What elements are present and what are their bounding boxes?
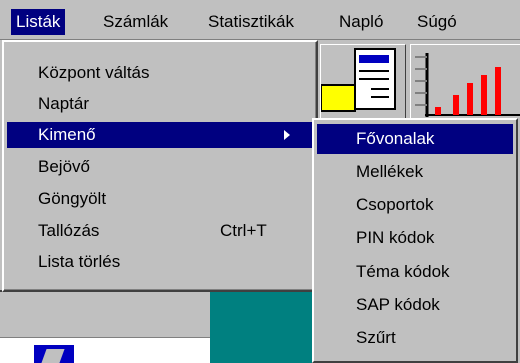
menu-statisztikak-label: Statisztikák <box>208 12 294 31</box>
window-icon <box>34 345 74 363</box>
menu-item-label: Naptár <box>38 94 90 113</box>
submenu-item-label: Csoportok <box>356 195 434 214</box>
menu-listak[interactable]: Listák <box>11 9 66 35</box>
menu-item-label: Kimenő <box>38 125 96 144</box>
listak-dropdown-menu: Központ váltás Naptár Kimenő Bejövő Göng… <box>2 40 318 292</box>
toolbar-chart-button[interactable] <box>410 44 520 120</box>
menu-naplo[interactable]: Napló <box>334 9 388 35</box>
kimeno-submenu: Fővonalak Mellékek Csoportok PIN kódok T… <box>312 118 518 363</box>
toolbar-document-button[interactable] <box>320 44 406 120</box>
menu-item-bejovo[interactable]: Bejövő <box>7 154 313 180</box>
bar-chart-icon <box>415 53 520 117</box>
menu-listak-label: Listák <box>16 12 61 31</box>
menu-sugo-label: Súgó <box>417 12 457 31</box>
submenu-item-szurt[interactable]: Szűrt <box>317 323 513 353</box>
menu-item-label: Göngyölt <box>38 189 107 208</box>
menu-item-kimeno[interactable]: Kimenő <box>7 122 313 148</box>
menu-item-shortcut: Ctrl+T <box>220 221 267 240</box>
document-icon <box>320 48 396 112</box>
menu-item-tallozas[interactable]: Tallózás Ctrl+T <box>7 218 313 244</box>
desktop-area <box>210 292 314 363</box>
menu-szamlak-label: Számlák <box>103 12 169 31</box>
submenu-item-tema-kodok[interactable]: Téma kódok <box>317 257 513 287</box>
menu-sugo[interactable]: Súgó <box>412 9 462 35</box>
menu-item-label: Központ váltás <box>38 63 150 82</box>
menu-szamlak[interactable]: Számlák <box>98 9 173 35</box>
submenu-item-fovonalak[interactable]: Fővonalak <box>317 124 513 154</box>
submenu-item-csoportok[interactable]: Csoportok <box>317 190 513 220</box>
menu-item-label: Lista törlés <box>38 252 121 271</box>
submenu-item-mellekek[interactable]: Mellékek <box>317 157 513 187</box>
menu-item-gongyolt[interactable]: Göngyölt <box>7 186 313 212</box>
menu-bar: Listák Számlák Statisztikák Napló Súgó <box>0 0 520 40</box>
child-window <box>0 337 210 363</box>
submenu-arrow-icon <box>284 130 290 140</box>
menu-statisztikak[interactable]: Statisztikák <box>203 9 299 35</box>
submenu-item-label: PIN kódok <box>356 228 435 247</box>
menu-item-kozpont-valtas[interactable]: Központ váltás <box>7 60 313 86</box>
menu-naplo-label: Napló <box>339 12 384 31</box>
menu-item-naptar[interactable]: Naptár <box>7 91 313 117</box>
menu-item-lista-torles[interactable]: Lista törlés <box>7 249 313 275</box>
submenu-item-pin-kodok[interactable]: PIN kódok <box>317 223 513 253</box>
submenu-item-label: SAP kódok <box>356 295 440 314</box>
submenu-item-label: Szűrt <box>356 328 396 347</box>
menu-item-label: Tallózás <box>38 221 100 240</box>
menu-item-label: Bejövő <box>38 157 90 176</box>
submenu-item-label: Fővonalak <box>356 129 435 148</box>
submenu-item-label: Téma kódok <box>356 262 450 281</box>
submenu-item-label: Mellékek <box>356 162 424 181</box>
submenu-item-sap-kodok[interactable]: SAP kódok <box>317 290 513 320</box>
